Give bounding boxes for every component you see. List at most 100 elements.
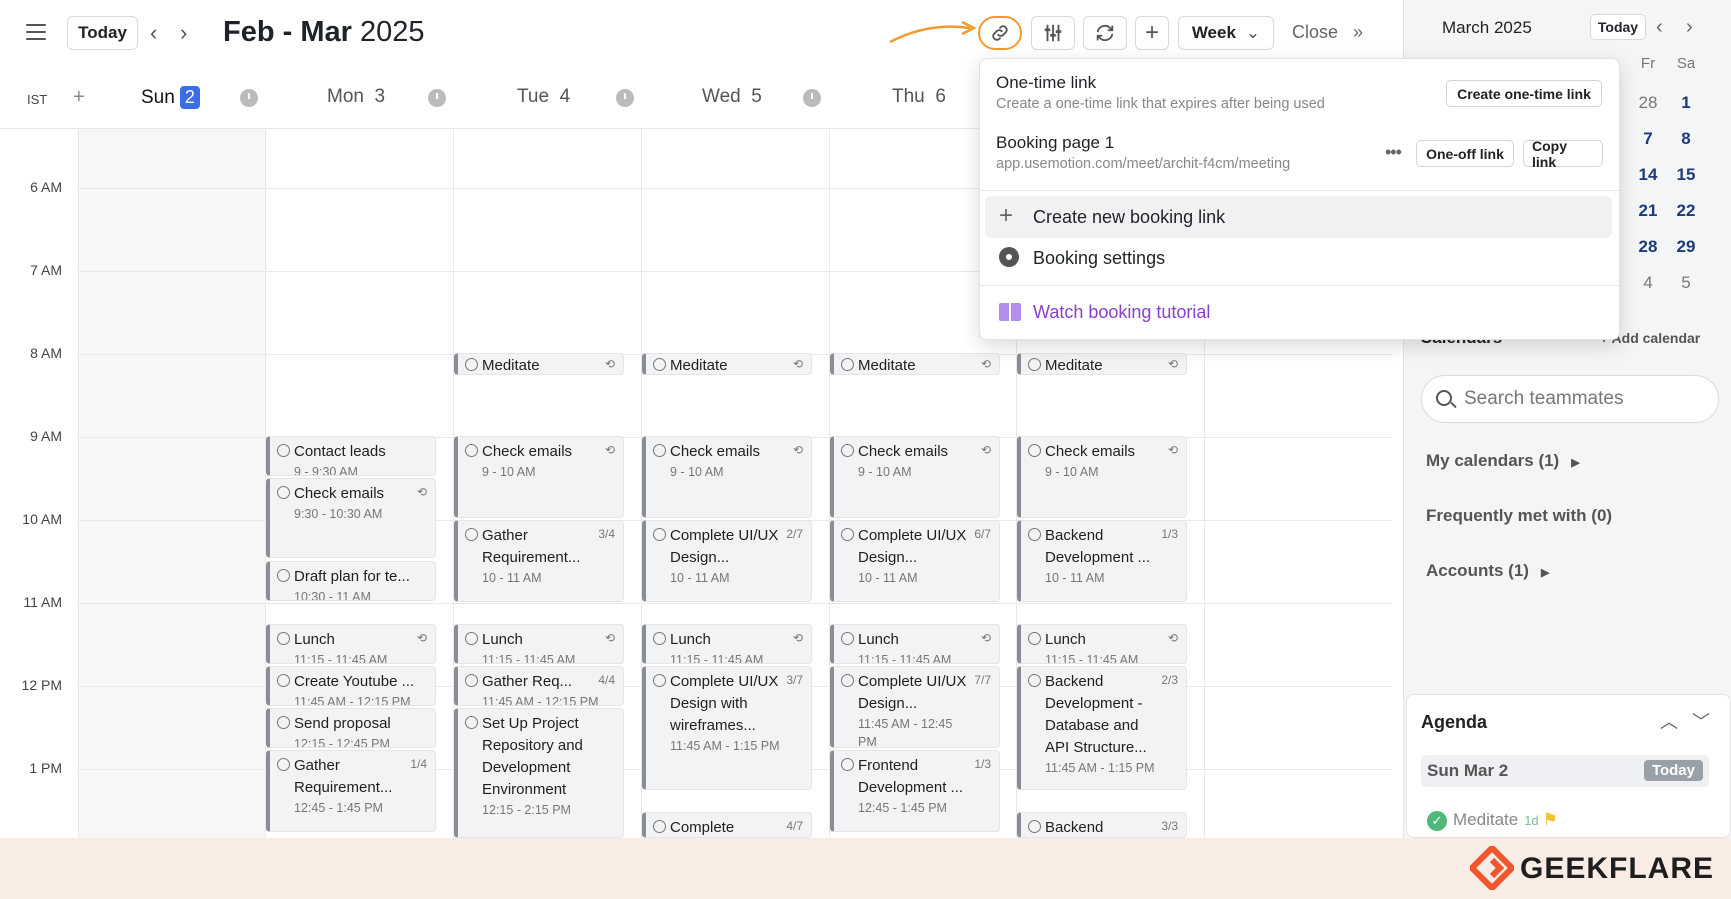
day-header-wed[interactable]: Wed 5 (702, 86, 762, 108)
view-select[interactable]: Week ⌄ (1178, 16, 1274, 50)
event-card[interactable]: 4/4 Gather Req... 11:45 AM - 12:15 PM (454, 666, 624, 706)
create-one-time-link-button[interactable]: Create one-time link (1446, 80, 1602, 107)
menu-icon[interactable] (26, 24, 46, 40)
event-card[interactable]: 4/7 Complete (642, 812, 812, 838)
task-checkbox[interactable] (277, 444, 290, 457)
event-card[interactable]: ⟲ Meditate (830, 353, 1000, 375)
create-new-booking-link[interactable]: + Create new booking link (985, 196, 1612, 238)
event-card[interactable]: Contact leads 9 - 9:30 AM (266, 436, 436, 476)
event-card[interactable]: ⟲ Meditate (642, 353, 812, 375)
mini-next-icon[interactable]: › (1686, 16, 1693, 39)
event-card[interactable]: ⟲ Check emails 9 - 10 AM (1017, 436, 1187, 518)
task-checkbox[interactable] (277, 716, 290, 729)
task-checkbox[interactable] (465, 444, 478, 457)
mini-day[interactable]: 5 (1672, 273, 1700, 293)
booking-page-url[interactable]: app.usemotion.com/meet/archit-f4cm/meeti… (996, 156, 1290, 172)
event-card[interactable]: 6/7 Complete UI/UX Design... 10 - 11 AM (830, 520, 1000, 602)
accounts-toggle[interactable]: Accounts (1) ▶ (1426, 561, 1549, 581)
chevron-up-icon[interactable]: ︿ (1660, 708, 1678, 734)
mini-day[interactable]: 21 (1634, 201, 1662, 221)
event-card[interactable]: ⟲ Lunch 11:15 - 11:45 AM (642, 624, 812, 664)
task-checkbox[interactable] (653, 674, 666, 687)
task-checkbox[interactable] (465, 716, 478, 729)
mini-day[interactable]: 22 (1672, 201, 1700, 221)
mini-day[interactable]: 8 (1672, 129, 1700, 149)
event-card[interactable]: ⟲ Check emails 9 - 10 AM (642, 436, 812, 518)
day-header-sun[interactable]: Sun 2 (141, 86, 200, 109)
task-checkbox[interactable] (841, 358, 854, 371)
filter-button[interactable] (1031, 16, 1075, 50)
copy-link-button[interactable]: Copy link (1523, 138, 1603, 170)
task-checkbox[interactable] (1028, 820, 1041, 833)
task-checkbox[interactable] (465, 674, 478, 687)
today-button[interactable]: Today (67, 16, 138, 50)
task-checkbox[interactable] (1028, 632, 1041, 645)
more-options-icon[interactable]: ••• (1385, 142, 1402, 163)
task-checkbox[interactable] (841, 758, 854, 771)
event-card[interactable]: Send proposal 12:15 - 12:45 PM (266, 708, 436, 748)
add-timezone-button[interactable]: + (73, 86, 85, 109)
task-checkbox[interactable] (277, 569, 290, 582)
day-header-thu[interactable]: Thu 6 (892, 86, 946, 108)
clock-icon[interactable] (240, 89, 258, 107)
next-week-icon[interactable]: › (180, 20, 187, 46)
event-card[interactable]: Set Up Project Repository and Developmen… (454, 708, 624, 838)
event-card[interactable]: Create Youtube ... 11:45 AM - 12:15 PM (266, 666, 436, 706)
event-card[interactable]: ⟲ Lunch 11:15 - 11:45 AM (1017, 624, 1187, 664)
search-teammates-input[interactable]: Search teammates (1421, 375, 1719, 423)
event-card[interactable]: ⟲ Check emails 9:30 - 10:30 AM (266, 478, 436, 558)
task-checkbox[interactable] (277, 674, 290, 687)
watch-booking-tutorial[interactable]: Watch booking tutorial (985, 291, 1612, 333)
task-checkbox[interactable] (465, 358, 478, 371)
task-checkbox[interactable] (841, 674, 854, 687)
event-card[interactable]: ⟲ Meditate (1017, 353, 1187, 375)
prev-week-icon[interactable]: ‹ (150, 20, 157, 46)
event-card[interactable]: 3/7 Complete UI/UX Design with wireframes… (642, 666, 812, 790)
day-header-mon[interactable]: Mon 3 (327, 86, 385, 108)
task-checkbox[interactable] (653, 358, 666, 371)
clock-icon[interactable] (616, 89, 634, 107)
mini-day[interactable]: 4 (1634, 273, 1662, 293)
one-off-link-button[interactable]: One-off link (1416, 140, 1514, 167)
event-card[interactable]: 1/3 Backend Development ... 10 - 11 AM (1017, 520, 1187, 602)
task-checkbox[interactable] (277, 486, 290, 499)
task-checkbox[interactable] (841, 444, 854, 457)
task-checkbox[interactable] (653, 444, 666, 457)
booking-link-button[interactable] (978, 16, 1022, 50)
task-checkbox[interactable] (653, 632, 666, 645)
booking-settings[interactable]: Booking settings (985, 237, 1612, 279)
event-card[interactable]: ⟲ Meditate (454, 353, 624, 375)
mini-day[interactable]: 29 (1672, 237, 1700, 257)
mini-day[interactable]: 28 (1634, 93, 1662, 113)
add-event-button[interactable]: + (1135, 16, 1169, 50)
my-calendars-toggle[interactable]: My calendars (1) ▶ (1426, 451, 1580, 471)
event-card[interactable]: 2/7 Complete UI/UX Design... 10 - 11 AM (642, 520, 812, 602)
mini-day[interactable]: 7 (1634, 129, 1662, 149)
task-checkbox[interactable] (1028, 674, 1041, 687)
mini-day[interactable]: 15 (1672, 165, 1700, 185)
task-checkbox[interactable] (1028, 444, 1041, 457)
task-checkbox[interactable] (653, 528, 666, 541)
event-card[interactable]: ⟲ Lunch 11:15 - 11:45 AM (830, 624, 1000, 664)
event-card[interactable]: 3/3 Backend (1017, 812, 1187, 838)
event-card[interactable]: ⟲ Check emails 9 - 10 AM (830, 436, 1000, 518)
task-checkbox[interactable] (1028, 528, 1041, 541)
mini-day[interactable]: 14 (1634, 165, 1662, 185)
task-checkbox[interactable] (841, 632, 854, 645)
event-card[interactable]: ⟲ Lunch 11:15 - 11:45 AM (266, 624, 436, 664)
task-checkbox[interactable] (841, 528, 854, 541)
mini-day[interactable]: 1 (1672, 93, 1700, 113)
frequently-met-toggle[interactable]: Frequently met with (0) (1426, 506, 1612, 526)
chevron-down-icon[interactable]: ﹀ (1692, 708, 1710, 734)
mini-today-button[interactable]: Today (1590, 14, 1646, 40)
day-header-tue[interactable]: Tue 4 (517, 86, 570, 108)
task-checkbox[interactable] (277, 632, 290, 645)
clock-icon[interactable] (428, 89, 446, 107)
mini-prev-icon[interactable]: ‹ (1656, 16, 1663, 39)
agenda-item[interactable]: ✓ Meditate 1d ⚑ (1427, 810, 1558, 831)
clock-icon[interactable] (803, 89, 821, 107)
mini-day[interactable]: 28 (1634, 237, 1662, 257)
event-card[interactable]: 1/3 Frontend Development ... 12:45 - 1:45 … (830, 750, 1000, 832)
event-card[interactable]: 7/7 Complete UI/UX Design... 11:45 AM - 12… (830, 666, 1000, 748)
event-card[interactable]: ⟲ Check emails 9 - 10 AM (454, 436, 624, 518)
